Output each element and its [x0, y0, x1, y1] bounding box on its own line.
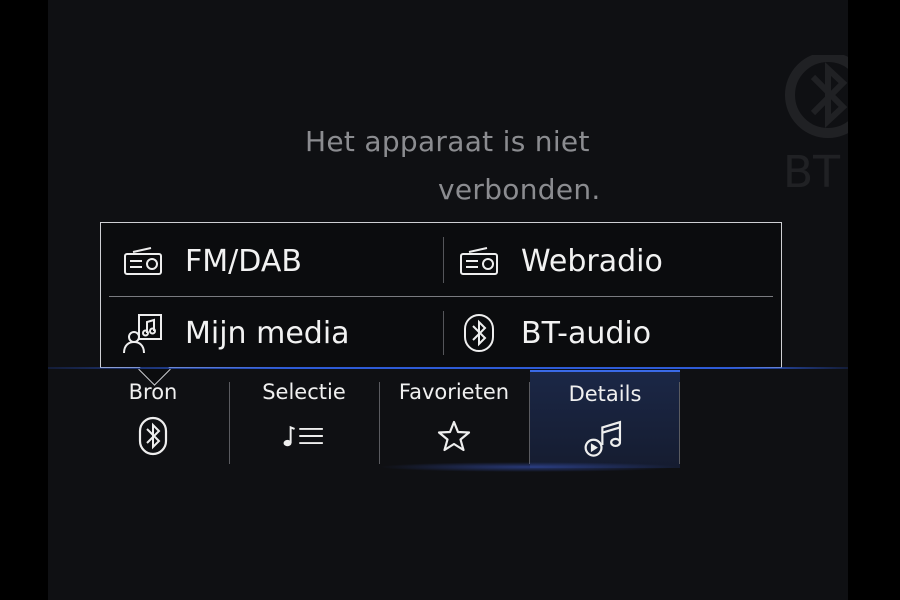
radio-icon — [121, 239, 165, 283]
tab-favorieten[interactable]: Favorieten — [379, 370, 529, 466]
connection-status-message: Het apparaat is niet verbonden. — [253, 118, 693, 214]
source-option-label: FM/DAB — [185, 243, 302, 279]
source-option-label: Webradio — [521, 243, 663, 279]
source-option-label: BT-audio — [521, 315, 652, 351]
tab-selectie[interactable]: Selectie — [229, 370, 379, 466]
source-option-fm-dab[interactable]: FM/DAB — [121, 231, 302, 291]
tab-details[interactable]: Details — [530, 370, 680, 468]
tab-label: Favorieten — [398, 380, 510, 404]
source-option-webradio[interactable]: Webradio — [457, 231, 663, 291]
bottom-tab-bar: Bron Selectie Favorieten Details — [48, 366, 848, 472]
bluetooth-icon — [131, 414, 175, 458]
source-selection-popup: FM/DAB Webradio Mijn media BT-audio — [100, 222, 782, 386]
radio-icon — [457, 239, 501, 283]
tab-label: Details — [568, 382, 642, 406]
svg-text:BT: BT — [783, 147, 840, 195]
source-option-bt-audio[interactable]: BT-audio — [457, 303, 651, 363]
popup-column-divider — [443, 311, 444, 355]
star-icon — [432, 414, 476, 458]
active-tab-glow — [378, 462, 678, 472]
tab-bron[interactable]: Bron — [78, 370, 228, 466]
tab-label: Bron — [128, 380, 178, 404]
popup-row-divider — [109, 296, 773, 297]
status-line-1: Het apparaat is niet — [305, 125, 590, 158]
source-option-label: Mijn media — [185, 315, 350, 351]
source-option-mijn-media[interactable]: Mijn media — [121, 303, 350, 363]
tab-label: Selectie — [262, 380, 346, 404]
bluetooth-watermark-icon: BT — [783, 55, 848, 195]
popup-column-divider — [443, 237, 444, 283]
music-play-icon — [583, 416, 627, 460]
tab-separator — [679, 382, 680, 464]
infotainment-screen: BT Het apparaat is niet verbonden. FM/DA… — [48, 0, 848, 600]
tab-bar-accent-line — [48, 367, 848, 369]
status-line-2: verbonden. — [438, 173, 601, 206]
playlist-icon — [282, 414, 326, 458]
user-media-icon — [121, 311, 165, 355]
bluetooth-icon — [457, 311, 501, 355]
